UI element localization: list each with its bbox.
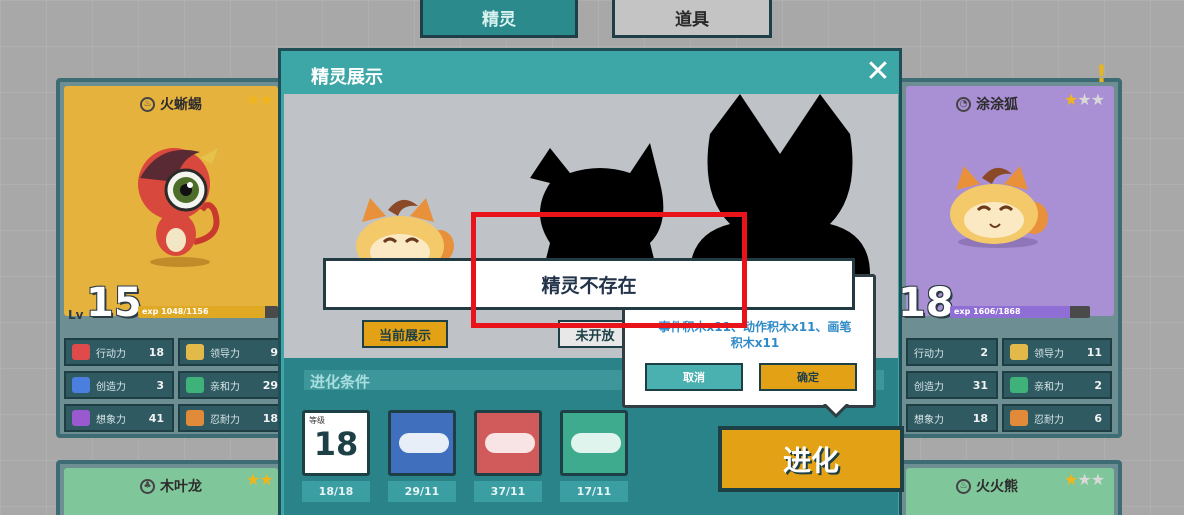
creative-element-icon: ◔ [956,96,971,112]
star-rating: ★★★ [1064,470,1105,489]
creativity-icon [72,377,90,393]
stat-affinity: 亲和力 2 [1002,371,1112,399]
card-name: ♨ 火蜥蜴 [140,94,202,114]
stat-creativity: 创造力 31 [906,371,998,399]
level-number: 18 [898,280,954,326]
popup-pointer [822,404,850,418]
level-prefix: Lv [68,308,84,322]
stat-creativity: 创造力 3 [64,371,174,399]
section-label: 进化条件 [310,373,371,391]
modal-title: 精灵展示 [311,67,383,88]
current-show-button[interactable]: 当前展示 [362,320,448,348]
leadership-icon [186,344,204,360]
affinity-icon [186,377,204,393]
requirement-count: 29/11 [388,481,456,502]
star-rating: ★★ [246,470,274,489]
stat-imagination: 想象力 41 [64,404,174,432]
stat-leadership: 领导力 11 [1002,338,1112,366]
endurance-icon [186,410,204,426]
star-rating: ★★★ [1064,90,1105,109]
close-icon[interactable]: ✕ [863,57,893,87]
tab-sprites[interactable]: 精灵 [420,0,578,38]
stat-action: 行动力 2 [906,338,998,366]
star-rating: ★★ [246,90,274,109]
card-name: ◔ 涂涂狐 [956,94,1018,114]
leadership-icon [1010,344,1028,360]
tab-items[interactable]: 道具 [612,0,772,38]
card-name: ♣ 木叶龙 [140,476,202,496]
alert-icon: ! [1096,60,1107,88]
card-name: ♨ 火火熊 [956,476,1018,496]
leaf-element-icon: ♣ [140,478,155,494]
pen-block-icon [571,433,621,453]
affinity-icon [1010,377,1028,393]
imagination-icon [72,410,90,426]
stat-imagination: 想象力 18 [906,404,998,432]
requirement-count: 18/18 [302,481,370,502]
fire-element-icon: ♨ [140,96,155,112]
requirement-pen-block [560,410,628,476]
level-number: 15 [86,280,142,326]
evolve-button[interactable]: 进化 [718,426,904,492]
action-icon [72,344,90,360]
sprite-card-fire-bear[interactable]: ♨ 火火熊 ★★★ [898,460,1122,515]
cancel-button[interactable]: 取消 [645,363,743,391]
sprite-card-leaf-dragon[interactable]: ♣ 木叶龙 ★★ [56,460,286,515]
sprite-card-painter-fox[interactable]: ◔ 涂涂狐 ★★★ 18 exp 1606/1868 行动力 2 领导力 11 … [898,78,1122,438]
requirement-action-block [474,410,542,476]
stat-endurance: 忍耐力 6 [1002,404,1112,432]
requirement-count: 17/11 [560,481,628,502]
stat-action: 行动力 18 [64,338,174,366]
exp-bar: exp 1048/1156 [138,306,278,318]
action-block-icon [485,433,535,453]
exp-bar: exp 1606/1868 [950,306,1090,318]
requirement-count: 37/11 [474,481,542,502]
requirement-level: 等级 18 [302,410,370,476]
stat-affinity: 亲和力 29 [178,371,288,399]
fire-element-icon: ♨ [956,478,971,494]
endurance-icon [1010,410,1028,426]
stat-leadership: 领导力 9 [178,338,288,366]
sprite-card-fire-lizard[interactable]: ♨ 火蜥蜴 ★★ Lv 15 exp 1048/1156 行动力 18 领导力 … [56,78,288,438]
highlight-box [471,212,747,328]
requirement-event-block [388,410,456,476]
painter-fox-creature [950,166,1048,248]
event-block-icon [399,433,449,453]
fire-lizard-creature [138,148,220,267]
confirm-button[interactable]: 确定 [759,363,857,391]
stat-endurance: 忍耐力 18 [178,404,288,432]
